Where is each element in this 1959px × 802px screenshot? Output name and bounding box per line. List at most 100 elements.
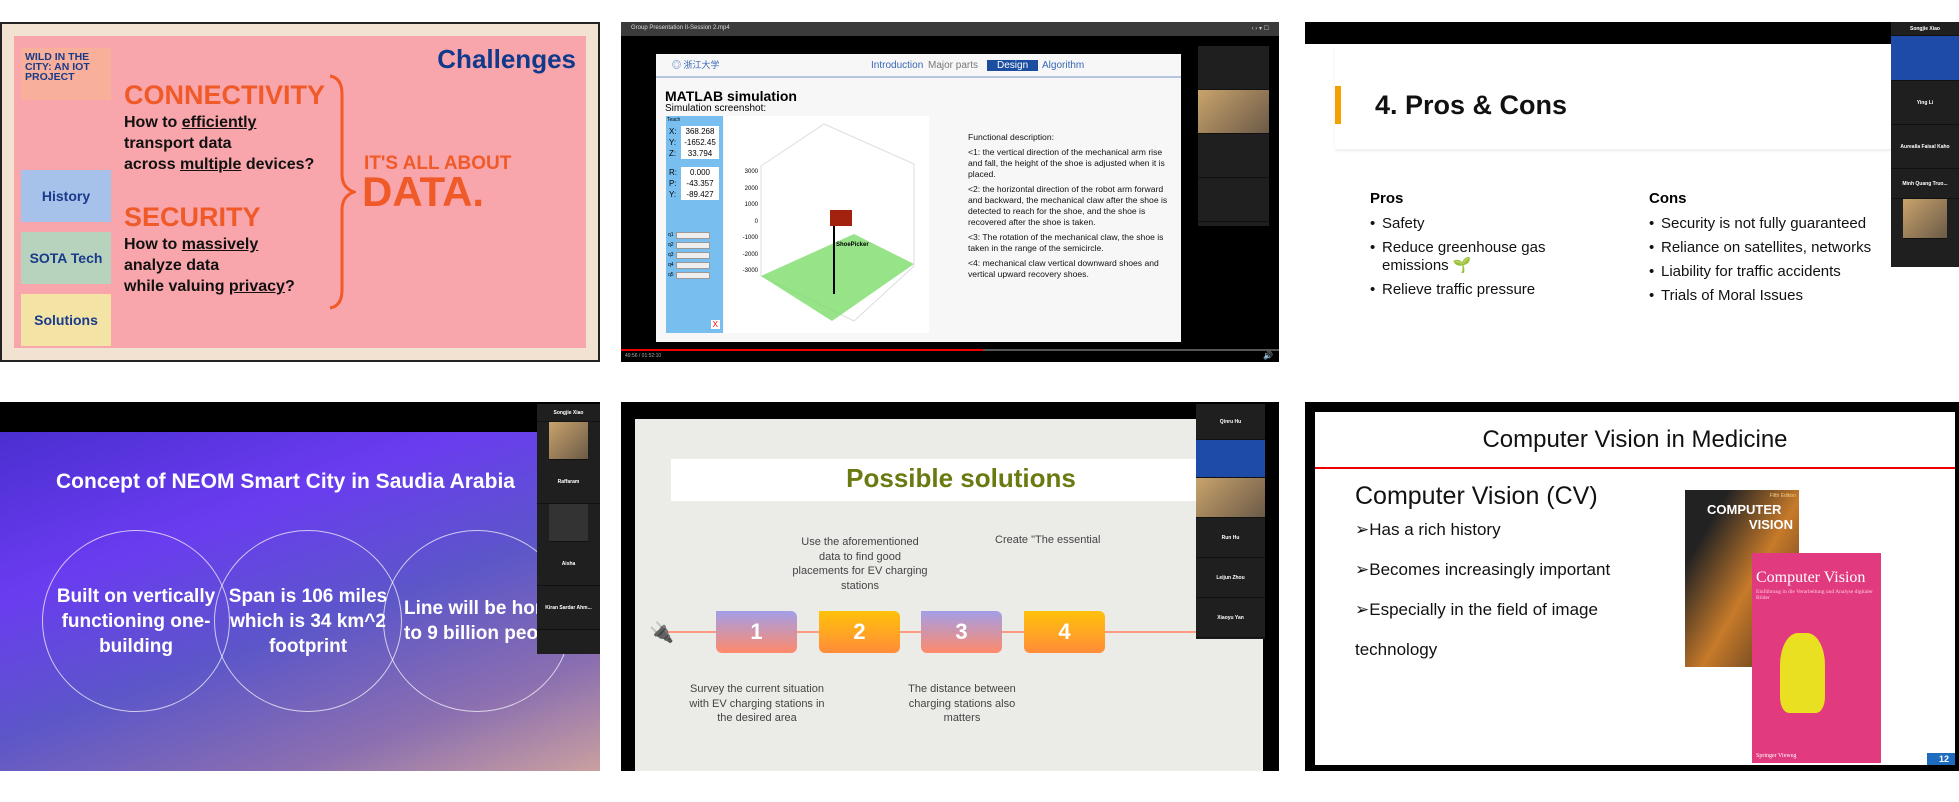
cons-title: Cons [1649, 190, 1687, 207]
teach-panel: Teach X: 368.268 Y: -1652.45 Z: 33.794 R: 0.00… [666, 116, 723, 333]
step-caption: The distance between charging stations a… [908, 683, 1016, 724]
project-logo: WILD IN THE CITY: AN IOT PROJECT [21, 48, 111, 100]
robot-head [830, 210, 852, 226]
desc-item: <4: mechanical claw vertical downward sh… [968, 258, 1159, 279]
participant-name[interactable]: Songjie Xiao [1891, 22, 1959, 36]
nav-history[interactable]: History [21, 170, 111, 222]
participant-video[interactable] [1891, 36, 1959, 81]
slide-pros-cons: 4. Pros & Cons Pros Safety Reduce greenh… [1305, 22, 1959, 362]
nav-sota-tech[interactable]: SOTA Tech [21, 232, 111, 284]
participant-video[interactable] [549, 422, 588, 460]
slide-neom: Concept of NEOM Smart City in Saudia Ara… [0, 402, 600, 771]
slide-title: Concept of NEOM Smart City in Saudia Ara… [56, 470, 515, 493]
security-question: How to massively analyze data while valu… [124, 236, 295, 295]
desc-item: <1: the vertical direction of the mechan… [968, 147, 1165, 179]
pros-item: Relieve traffic pressure [1370, 281, 1570, 298]
participant-name[interactable]: Minh Quang Truo... [1891, 169, 1959, 199]
participant-name[interactable]: Raffaram [537, 460, 600, 504]
teach-label: Teach [667, 117, 681, 123]
participant-video[interactable] [1198, 90, 1269, 134]
participant-name[interactable]: Xiaoyu Yan [1196, 598, 1265, 638]
participant-name[interactable]: Aisha [537, 542, 600, 586]
close-button[interactable]: X [710, 320, 720, 329]
functional-description: Functional description: <1: the vertical… [968, 132, 1168, 284]
participant-list: Songjie Xiao Ying Li Aurealia Faisal Kah… [1891, 22, 1959, 267]
slide-subtitle: Simulation screenshot: [665, 103, 767, 114]
participant-name[interactable]: Qinru Hu [1196, 404, 1265, 440]
joint-slider[interactable]: q2 [666, 240, 723, 250]
desc-item: <2: the horizontal direction of the robo… [968, 184, 1168, 227]
participant-name[interactable]: Run Hu [1196, 518, 1265, 558]
tab-introduction[interactable]: Introduction [871, 60, 923, 71]
video-player-matlab: Group Presentation II-Session 2.mp4 ‹ › ▾… [621, 22, 1279, 362]
participant-video[interactable] [1196, 440, 1265, 478]
participant-tile[interactable] [1198, 46, 1269, 90]
slide-body: WILD IN THE CITY: AN IOT PROJECT Challen… [14, 36, 586, 348]
participant-tile[interactable] [1198, 134, 1269, 178]
step-caption: Create "The essential grid" of preferabl… [995, 534, 1100, 546]
bullet: ➢Especially in the field of image [1355, 600, 1598, 619]
joint-slider[interactable]: q3 [666, 250, 723, 260]
slide-computer-vision: Computer Vision in Medicine Computer Vis… [1305, 402, 1959, 771]
curly-brace-icon [329, 74, 356, 310]
joint-slider[interactable]: q5 [666, 270, 723, 280]
tab-design[interactable]: Design [987, 60, 1039, 71]
slide-title: MATLAB simulation [665, 88, 797, 104]
participant-name[interactable]: Leijun Zhou [1196, 558, 1265, 598]
participant-name[interactable]: Ying Li [1891, 81, 1959, 125]
window-controls-icon[interactable]: ‹ › ▾ ☐ [1252, 25, 1269, 32]
seek-bar[interactable] [621, 349, 1279, 351]
slide-body: Possible solutions 🔌 1 2 3 4 Survey the … [635, 419, 1265, 771]
title-card: 4. Pros & Cons [1335, 46, 1895, 149]
slide-title: Computer Vision in Medicine [1482, 426, 1788, 453]
slide-title: Challenges [437, 44, 576, 74]
desc-title: Functional description: [968, 132, 1054, 142]
joint-slider[interactable]: q1 [666, 230, 723, 240]
participant-video[interactable] [549, 504, 588, 542]
slide-body: Concept of NEOM Smart City in Saudia Ara… [0, 432, 600, 771]
player-title-bar: Group Presentation II-Session 2.mp4 ‹ › ▾… [621, 22, 1279, 36]
data-headline: DATA. [362, 168, 485, 215]
volume-icon[interactable]: 🔊 [1263, 351, 1273, 360]
coord-field: Y: -1652.45 [666, 137, 723, 148]
participant-video[interactable] [1903, 199, 1947, 239]
time-display: 49:56 / 01:52:10 [625, 353, 662, 359]
coord-field: R: 0.000 [666, 167, 723, 178]
participant-tile[interactable] [1198, 178, 1269, 222]
slide-matlab: ◎ 浙江大学 Introduction Major parts Design A… [656, 54, 1181, 342]
tab-major-parts[interactable]: Major parts [928, 60, 978, 71]
joint-slider[interactable]: q4 [666, 260, 723, 270]
participant-video[interactable] [1196, 478, 1265, 518]
participant-list: Songjie Xiao Raffaram Aisha Kiran Sardar… [537, 404, 600, 654]
divider [656, 76, 1181, 78]
participant-name[interactable]: Aurealia Faisal Kaho [1891, 125, 1959, 169]
pros-item: Reduce greenhouse gas emissions 🌱 [1370, 239, 1570, 274]
slide-challenges: WILD IN THE CITY: AN IOT PROJECT Challen… [0, 22, 600, 362]
title-rule [1315, 467, 1955, 469]
cons-item: Trials of Moral Issues [1649, 287, 1949, 304]
3d-plot: 3000 2000 1000 0 -1000 -2000 -3000 ShoePicker [724, 116, 929, 333]
participant-name[interactable]: Kiran Sardar Ahm... [537, 586, 600, 630]
step-2: 2 [819, 611, 900, 653]
top-bar [1305, 22, 1959, 44]
nav-solutions[interactable]: Solutions [21, 294, 111, 346]
step-1: 1 [716, 611, 797, 653]
tab-algorithm[interactable]: Algorithm [1042, 60, 1084, 71]
plot-graphics [760, 123, 915, 322]
step-3: 3 [921, 611, 1002, 653]
security-heading: SECURITY [124, 202, 261, 232]
slide-title: 4. Pros & Cons [1375, 90, 1568, 120]
connectivity-heading: CONNECTIVITY [124, 80, 326, 110]
university-logo: ◎ 浙江大学 [672, 60, 720, 70]
plant-hand-icon: 🌱 [1452, 257, 1472, 274]
participant-list: Qinru Hu Run Hu Leijun Zhou Xiaoyu Yan [1196, 404, 1265, 639]
pros-list: Safety Reduce greenhouse gas emissions 🌱… [1370, 215, 1570, 305]
slide-title: Possible solutions [846, 463, 1076, 493]
connectivity-question: How to efficiently transport data across… [124, 114, 315, 173]
step-caption: Survey the current situation with EV cha… [689, 683, 825, 724]
accent-bar [1335, 86, 1341, 124]
window-title: Group Presentation II-Session 2.mp4 [631, 25, 730, 31]
bullet: ➢Has a rich history [1355, 520, 1501, 539]
section-heading: Computer Vision (CV) [1355, 482, 1598, 510]
participant-name[interactable]: Songjie Xiao [537, 404, 600, 422]
